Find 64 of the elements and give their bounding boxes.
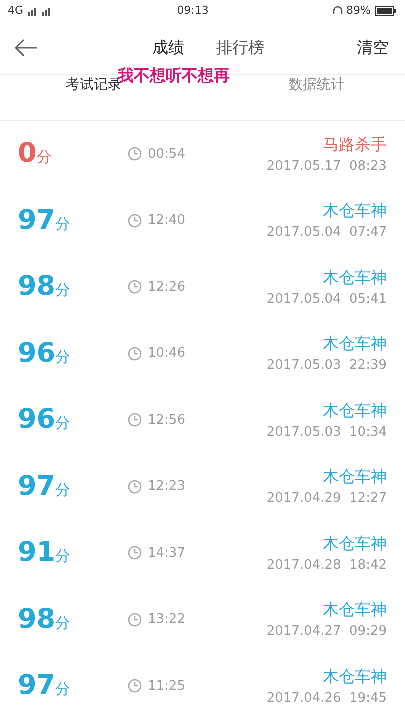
- score-unit: 分: [36, 147, 52, 168]
- clock-icon: [128, 280, 142, 294]
- score-unit: 分: [56, 413, 71, 434]
- duration-text: 12:40: [148, 212, 186, 230]
- rank-title: 木仓车神: [322, 599, 387, 621]
- score-unit: 分: [56, 346, 71, 368]
- duration-text: 12:56: [148, 412, 186, 430]
- date-time: 2017.05.03 22:39: [266, 357, 387, 375]
- clock-icon: [128, 346, 142, 361]
- sub-tab[interactable]: 数据统计: [289, 75, 345, 100]
- date-time: 2017.05.04 05:41: [266, 290, 387, 308]
- clock-icon: [128, 612, 142, 627]
- score-value: 91: [18, 536, 56, 570]
- duration-text: 10:46: [148, 345, 186, 363]
- duration-text: 00:54: [148, 146, 186, 164]
- score-value: 0: [18, 137, 37, 171]
- score-unit: 分: [56, 280, 71, 301]
- rank-title: 木仓车神: [322, 466, 387, 488]
- score-value: 97: [18, 669, 56, 703]
- score-value: 97: [18, 204, 56, 238]
- rank-title: 木仓车神: [322, 333, 387, 355]
- score-unit: 分: [56, 214, 71, 234]
- score-unit: 分: [56, 480, 71, 500]
- clock-icon: [128, 480, 142, 494]
- clock-icon: [128, 546, 142, 560]
- duration-text: 13:22: [148, 611, 186, 629]
- score-unit: 分: [56, 612, 71, 634]
- score-value: 98: [18, 602, 56, 636]
- date-time: 2017.04.29 12:27: [266, 490, 387, 508]
- rank-title: 木仓车神: [322, 400, 387, 422]
- clock-time: 09:13: [177, 2, 209, 19]
- header-tab[interactable]: 成绩: [148, 34, 188, 62]
- duration-text: 14:37: [148, 544, 186, 562]
- score-value: 96: [18, 403, 56, 437]
- duration-text: 12:23: [148, 478, 186, 496]
- rank-title: 木仓车神: [322, 266, 387, 288]
- duration-text: 11:25: [148, 678, 186, 696]
- date-time: 2017.04.27 09:29: [266, 623, 387, 641]
- score-unit: 分: [56, 546, 71, 567]
- rank-title: 木仓车神: [322, 666, 387, 688]
- rank-title: 木仓车神: [322, 532, 387, 554]
- date-time: 2017.04.26 19:45: [266, 690, 387, 708]
- battery-icon: [375, 6, 397, 16]
- clear-button[interactable]: 清空: [355, 34, 391, 62]
- date-time: 2017.05.03 10:34: [266, 424, 387, 442]
- rank-title: 木仓车神: [322, 200, 387, 222]
- score-value: 96: [18, 336, 56, 370]
- clock-icon: [128, 413, 142, 428]
- rank-title: 马路杀手: [322, 134, 387, 156]
- date-time: 2017.05.04 07:47: [266, 224, 387, 242]
- duration-text: 12:26: [148, 278, 186, 296]
- header-tab[interactable]: 排行榜: [212, 34, 268, 62]
- score-value: 97: [18, 470, 56, 504]
- back-arrow-icon[interactable]: [14, 39, 38, 57]
- clock-icon: [128, 147, 142, 162]
- score-value: 98: [18, 270, 56, 304]
- headphones-icon: [332, 6, 343, 16]
- clock-icon: [128, 679, 142, 694]
- battery-percent: 89%: [346, 2, 371, 19]
- clock-icon: [128, 214, 142, 228]
- date-time: 2017.05.17 08:23: [266, 158, 387, 176]
- date-time: 2017.04.28 18:42: [266, 556, 387, 574]
- network-label: 4G: [8, 2, 24, 19]
- score-unit: 分: [56, 679, 71, 700]
